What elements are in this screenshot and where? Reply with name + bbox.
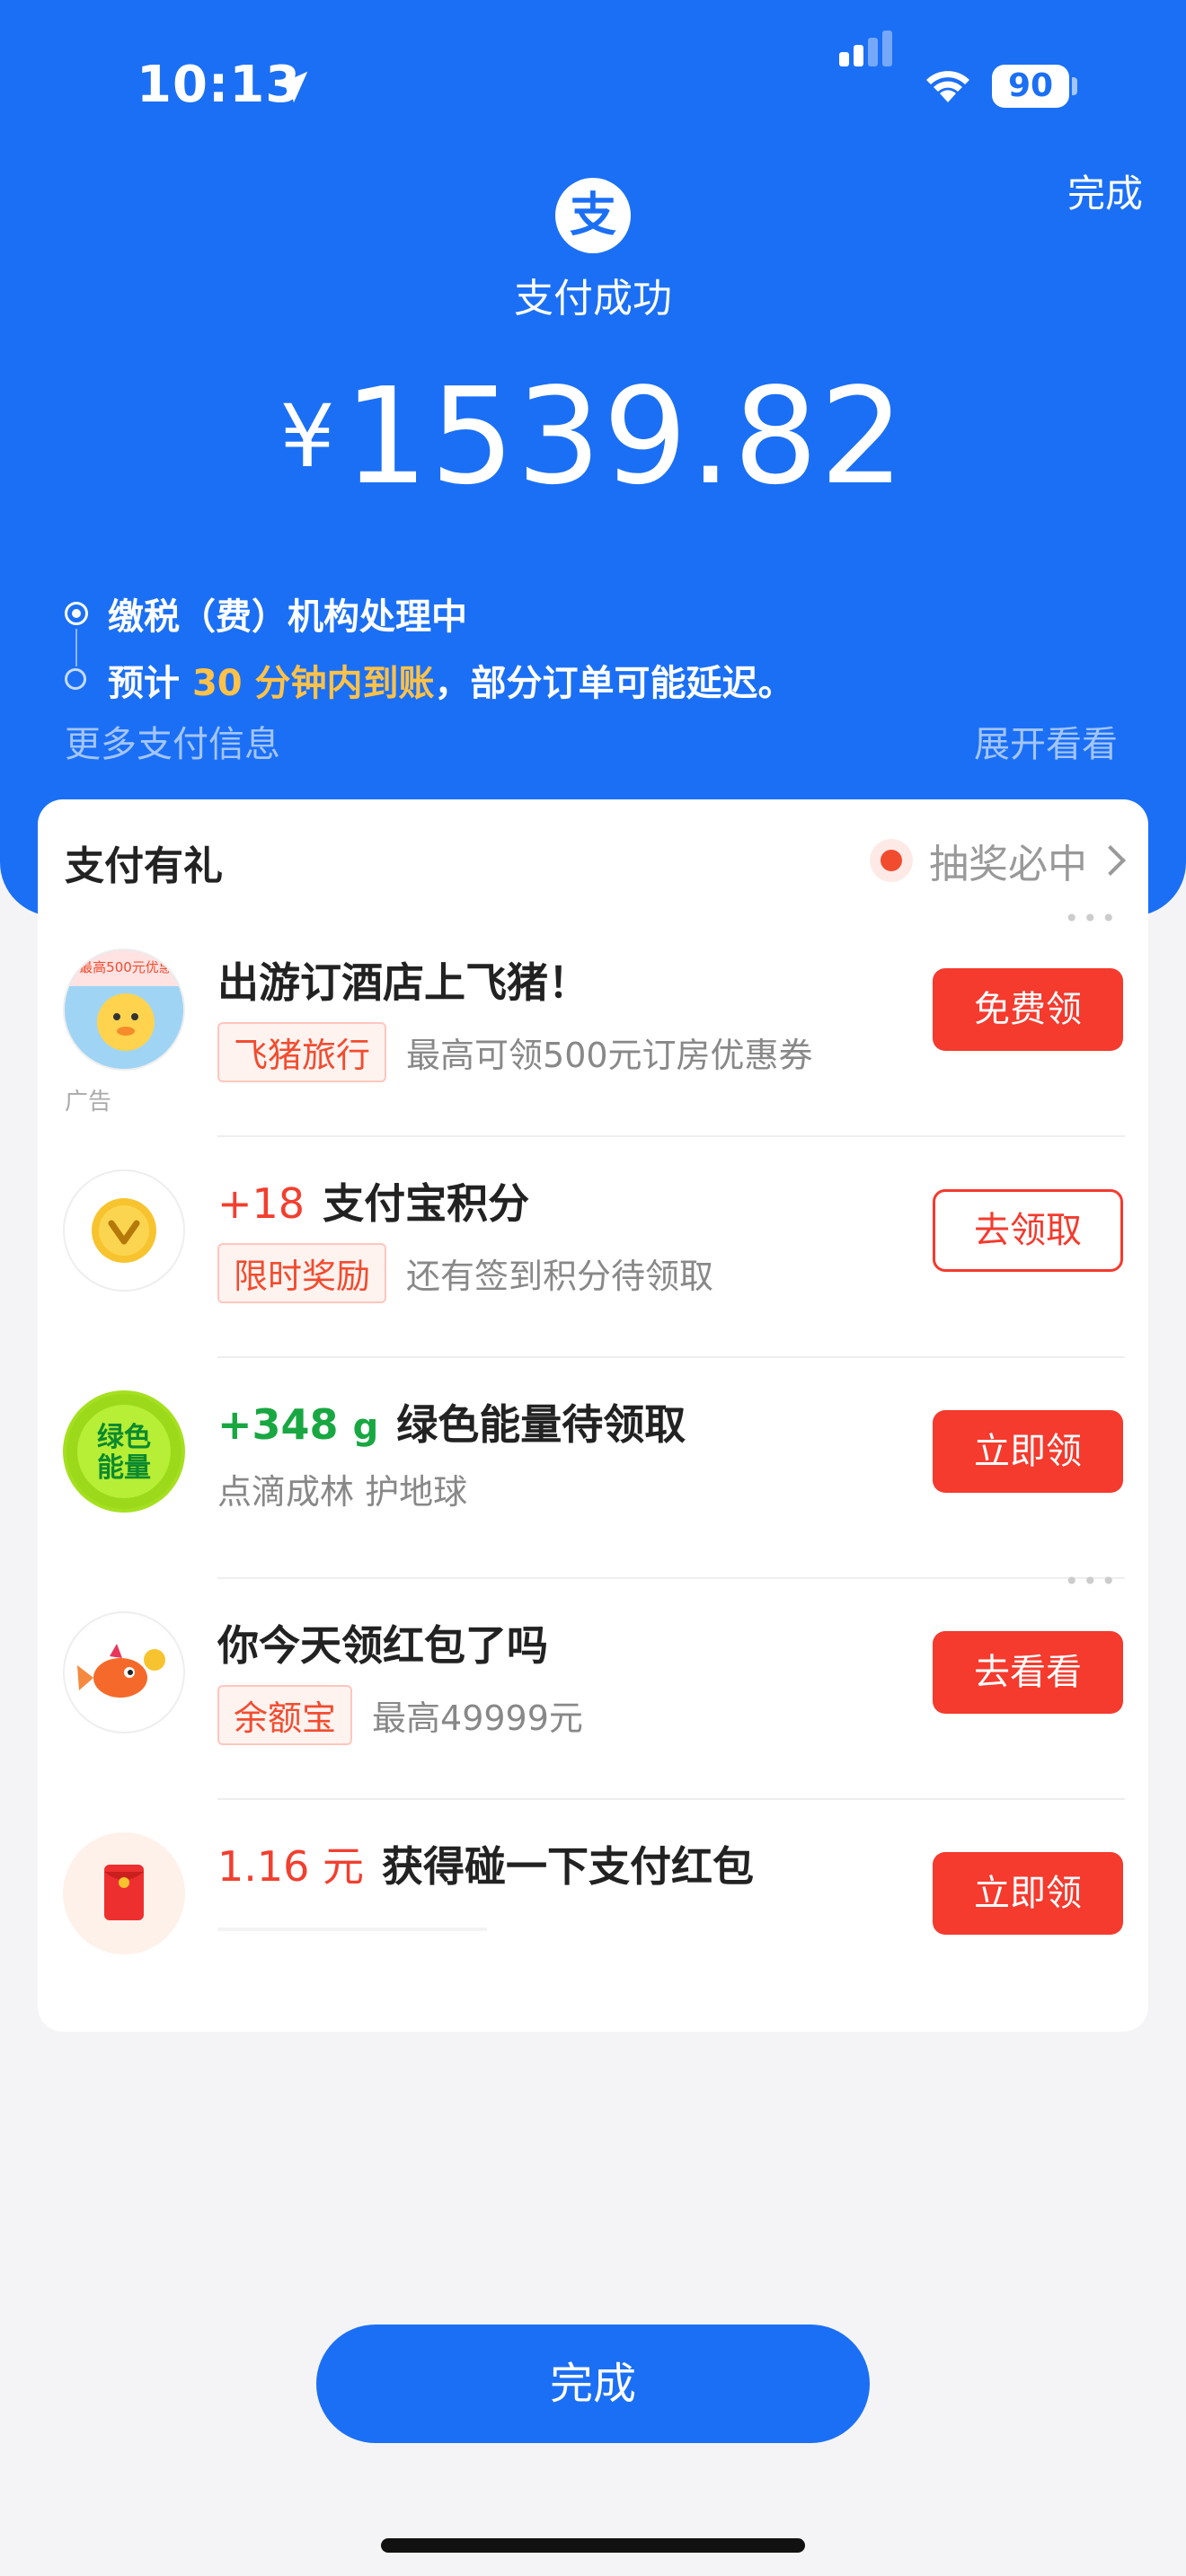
amount-value: 1539.82 [343,359,907,514]
points-avatar [63,1169,185,1292]
chevron-right-icon [1095,845,1126,876]
timeline-dot-active [65,602,88,625]
item-title: 出游订酒店上飞猪！ [217,958,589,1007]
claim-packet-button[interactable]: 立即领 [933,1852,1123,1935]
green-energy-icon: 绿色 能量 [66,1394,181,1509]
item-title: +18 支付宝积分 [217,1179,530,1228]
payment-success-title: 支付成功 [514,276,672,322]
gift-icon [870,839,913,882]
energy-badge-text: 能量 [97,1452,151,1484]
done-button[interactable]: 完成 [316,2325,870,2443]
claim-points-button[interactable]: 去领取 [933,1189,1123,1272]
packet-amount: 1.16 元 [217,1842,365,1891]
fish-mascot-icon [77,1644,165,1698]
energy-badge-text: 绿色 [97,1422,151,1453]
list-item-red-packet: ••• 你今天领红包了吗 余额宝 最高49999元 去看看 [38,1566,1148,1800]
item-subtitle: 限时奖励 还有签到积分待领取 [217,1243,713,1303]
list-item-points: +18 支付宝积分 限时奖励 还有签到积分待领取 去领取 [38,1137,1148,1358]
lottery-link[interactable]: 抽奖必中 [870,832,1126,889]
home-indicator [381,2538,805,2553]
points-coin-icon [92,1198,156,1263]
wifi-icon [926,71,969,102]
green-energy-avatar: 绿色 能量 [63,1390,185,1513]
points-amount: +18 [217,1179,305,1228]
fliggy-mascot-icon: 最高500元优惠 [65,950,183,1051]
item-title: +348 g 绿色能量待领取 [217,1400,686,1449]
list-item-fliggy: ••• 最高500元优惠 广告 出游订酒店上飞猪！ 飞猪旅行 最高可领500元订… [38,904,1148,1137]
item-title: 你今天领红包了吗 [217,1621,548,1670]
currency-symbol: ¥ [279,386,335,487]
avatar-banner-text: 最高500元优惠 [79,959,173,975]
rewards-card: 支付有礼 抽奖必中 ••• 最高500元优惠 广告 出游订酒店上飞猪！ 飞猪旅行… [38,799,1148,2032]
top-done-button[interactable]: 完成 [1067,163,1143,218]
alipay-logo-icon: 支 [555,178,631,253]
yuebao-avatar [63,1611,185,1734]
battery-icon: 90 [992,65,1069,108]
more-dots-icon[interactable]: ••• [1064,904,1120,933]
timeline-dot-pending [65,668,86,690]
payment-amount: ¥1539.82 [0,359,1186,514]
red-envelope-avatar [63,1832,185,1954]
red-envelope-icon [104,1865,144,1920]
item-title: 1.16 元获得碰一下支付红包 [217,1842,755,1891]
view-button[interactable]: 去看看 [933,1631,1123,1714]
list-item-tap-pay-packet: 1.16 元获得碰一下支付红包 立即领 [38,1800,1148,2021]
loading-placeholder [217,1928,487,1931]
item-tag: 飞猪旅行 [217,1022,387,1082]
item-tag: 余额宝 [217,1685,353,1745]
rewards-title: 支付有礼 [65,843,223,889]
status-step-eta: 预计 30 分钟内到账，部分订单可能延迟。 [108,663,794,704]
item-subtitle: 飞猪旅行 最高可领500元订房优惠券 [217,1022,813,1082]
item-subtitle: 点滴成林 护地球 [217,1472,468,1512]
status-step-processing: 缴税（费）机构处理中 [108,596,467,638]
timeline-line [75,629,77,666]
item-subtitle: 余额宝 最高49999元 [217,1685,583,1745]
free-claim-button[interactable]: 免费领 [933,968,1123,1051]
expand-link[interactable]: 展开看看 [974,715,1118,767]
fliggy-avatar: 最高500元优惠 [63,948,185,1071]
location-arrow-icon [276,71,308,103]
battery-tip [1072,77,1077,95]
claim-energy-button[interactable]: 立即领 [933,1410,1123,1493]
more-payment-info-link[interactable]: 更多支付信息 [65,715,280,767]
more-dots-icon[interactable]: ••• [1064,1566,1120,1596]
eta-highlight: 30 分钟内到账 [191,663,435,704]
energy-amount: +348 g [217,1400,379,1449]
ad-label: 广告 [65,1089,112,1116]
list-item-green-energy: 绿色 能量 +348 g 绿色能量待领取 点滴成林 护地球 立即领 [38,1358,1148,1579]
item-tag: 限时奖励 [217,1243,387,1303]
